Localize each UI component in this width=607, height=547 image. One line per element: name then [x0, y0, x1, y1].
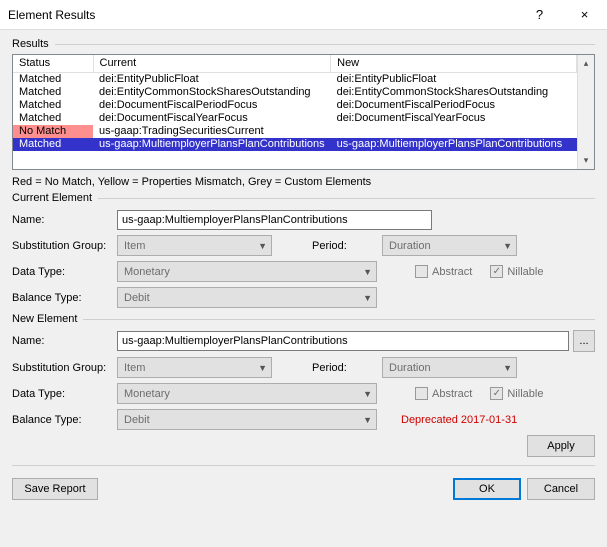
- new-abstract-check[interactable]: Abstract: [415, 387, 472, 400]
- scrollbar[interactable]: ▴ ▾: [577, 55, 594, 169]
- new-balance-label: Balance Type:: [12, 414, 117, 426]
- table-row[interactable]: No Matchus-gaap:TradingSecuritiesCurrent: [13, 125, 577, 138]
- help-button[interactable]: ?: [517, 0, 562, 29]
- chevron-down-icon: ▼: [363, 293, 372, 303]
- current-subgroup-select[interactable]: Item▼: [117, 235, 272, 256]
- results-table-wrap: Status Current New Matcheddei:EntityPubl…: [12, 54, 595, 170]
- current-nillable-check[interactable]: Nillable: [490, 265, 543, 278]
- chevron-down-icon: ▼: [363, 267, 372, 277]
- table-row[interactable]: Matcheddei:DocumentFiscalYearFocusdei:Do…: [13, 112, 577, 125]
- browse-button[interactable]: ...: [573, 330, 595, 352]
- titlebar: Element Results ? ×: [0, 0, 607, 30]
- new-balance-select[interactable]: Debit▼: [117, 409, 377, 430]
- new-period-select[interactable]: Duration▼: [382, 357, 517, 378]
- deprecated-text: Deprecated 2017-01-31: [401, 414, 517, 426]
- new-name-field[interactable]: [117, 331, 569, 351]
- window-title: Element Results: [8, 8, 517, 22]
- legend-text: Red = No Match, Yellow = Properties Mism…: [12, 176, 595, 188]
- current-name-field[interactable]: [117, 210, 432, 230]
- dialog-content: Results Status Current New Matcheddei:En…: [0, 30, 607, 510]
- current-group-label: Current Element: [12, 192, 595, 204]
- new-datatype-select[interactable]: Monetary▼: [117, 383, 377, 404]
- results-table[interactable]: Status Current New Matcheddei:EntityPubl…: [13, 55, 577, 151]
- table-row[interactable]: Matcheddei:DocumentFiscalPeriodFocusdei:…: [13, 99, 577, 112]
- col-status[interactable]: Status: [13, 55, 93, 72]
- col-current[interactable]: Current: [93, 55, 331, 72]
- current-subgroup-label: Substitution Group:: [12, 240, 117, 252]
- chevron-down-icon: ▼: [363, 415, 372, 425]
- results-label: Results: [12, 38, 49, 50]
- current-balance-select[interactable]: Debit▼: [117, 287, 377, 308]
- table-row[interactable]: Matchedus-gaap:MultiemployerPlansPlanCon…: [13, 138, 577, 151]
- current-name-label: Name:: [12, 214, 117, 226]
- current-balance-label: Balance Type:: [12, 292, 117, 304]
- current-label: Current Element: [12, 192, 92, 204]
- chevron-down-icon: ▼: [503, 363, 512, 373]
- cancel-button[interactable]: Cancel: [527, 478, 595, 500]
- new-name-label: Name:: [12, 335, 117, 347]
- current-period-select[interactable]: Duration▼: [382, 235, 517, 256]
- scroll-down-icon[interactable]: ▾: [578, 152, 594, 169]
- current-datatype-select[interactable]: Monetary▼: [117, 261, 377, 282]
- new-nillable-check[interactable]: Nillable: [490, 387, 543, 400]
- apply-button[interactable]: Apply: [527, 435, 595, 457]
- table-row[interactable]: Matcheddei:EntityCommonStockSharesOutsta…: [13, 86, 577, 99]
- col-new[interactable]: New: [331, 55, 577, 72]
- new-period-label: Period:: [312, 362, 382, 374]
- results-group-label: Results: [12, 38, 595, 50]
- new-label: New Element: [12, 313, 77, 325]
- new-subgroup-label: Substitution Group:: [12, 362, 117, 374]
- chevron-down-icon: ▼: [258, 241, 267, 251]
- new-group-label: New Element: [12, 313, 595, 325]
- current-period-label: Period:: [312, 240, 382, 252]
- save-report-button[interactable]: Save Report: [12, 478, 98, 500]
- chevron-down-icon: ▼: [363, 389, 372, 399]
- current-datatype-label: Data Type:: [12, 266, 117, 278]
- table-row[interactable]: Matcheddei:EntityPublicFloatdei:EntityPu…: [13, 72, 577, 86]
- chevron-down-icon: ▼: [503, 241, 512, 251]
- current-abstract-check[interactable]: Abstract: [415, 265, 472, 278]
- new-datatype-label: Data Type:: [12, 388, 117, 400]
- ok-button[interactable]: OK: [453, 478, 521, 500]
- close-button[interactable]: ×: [562, 0, 607, 29]
- chevron-down-icon: ▼: [258, 363, 267, 373]
- scroll-up-icon[interactable]: ▴: [578, 55, 594, 72]
- new-subgroup-select[interactable]: Item▼: [117, 357, 272, 378]
